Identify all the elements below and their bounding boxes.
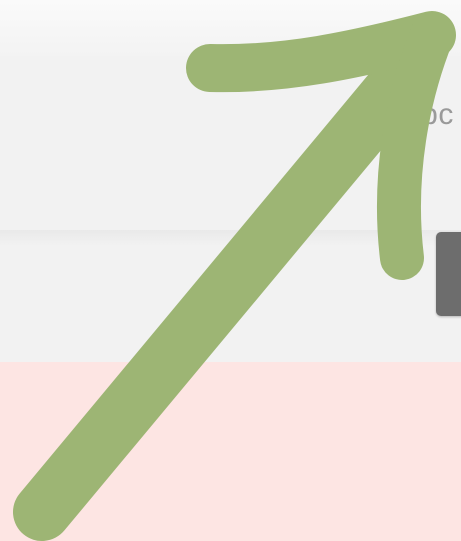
top-toolbar-strip <box>0 0 461 57</box>
dark-button[interactable] <box>436 232 461 316</box>
partial-label: upc <box>404 98 454 131</box>
lower-section <box>0 246 461 363</box>
screenshot-page: upc <box>0 0 461 541</box>
section-divider <box>0 230 461 246</box>
content-section <box>0 56 461 230</box>
alert-panel <box>0 362 461 541</box>
